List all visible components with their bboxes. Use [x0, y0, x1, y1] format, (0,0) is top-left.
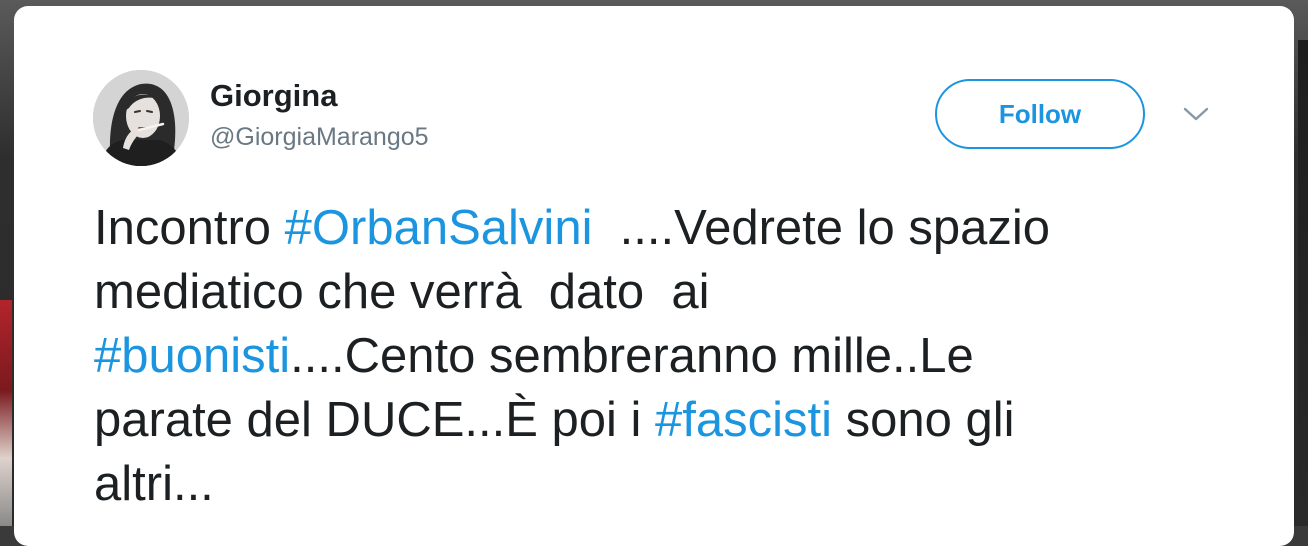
tweet-text-segment: mediatico che verrà dato ai: [94, 265, 710, 319]
hashtag-link[interactable]: #buonisti: [94, 329, 290, 383]
follow-button[interactable]: Follow: [935, 79, 1145, 149]
tweet-text-segment: Incontro: [94, 201, 285, 255]
author-handle[interactable]: @GiorgiaMarango5: [210, 123, 429, 152]
tweet-text-segment: parate del DUCE...È poi i: [94, 393, 656, 447]
tweet-line: altri...: [94, 452, 1244, 516]
tweet-text-segment: ....Vedrete lo spazio: [592, 201, 1051, 255]
tweet-text-segment: sono gli: [832, 393, 1015, 447]
avatar-portrait-image: [93, 70, 189, 166]
tweet-line: Incontro #OrbanSalvini ....Vedrete lo sp…: [94, 196, 1244, 260]
tweet-line: parate del DUCE...È poi i #fascisti sono…: [94, 388, 1244, 452]
tweet-text: Incontro #OrbanSalvini ....Vedrete lo sp…: [94, 196, 1244, 516]
background-edge-left: [0, 300, 12, 526]
tweet-card: Giorgina @GiorgiaMarango5 Follow Incontr…: [14, 6, 1294, 546]
tweet-line: mediatico che verrà dato ai: [94, 260, 1244, 324]
chevron-down-icon[interactable]: [1180, 102, 1212, 126]
hashtag-link[interactable]: #fascisti: [655, 393, 832, 447]
background-edge-right: [1298, 40, 1308, 526]
tweet-line: #buonisti....Cento sembreranno mille..Le: [94, 324, 1244, 388]
tweet-text-segment: altri...: [94, 457, 214, 511]
avatar[interactable]: [93, 70, 189, 166]
hashtag-link[interactable]: #OrbanSalvini: [285, 201, 593, 255]
tweet-text-segment: ....Cento sembreranno mille..Le: [290, 329, 974, 383]
author-name[interactable]: Giorgina: [210, 78, 337, 114]
